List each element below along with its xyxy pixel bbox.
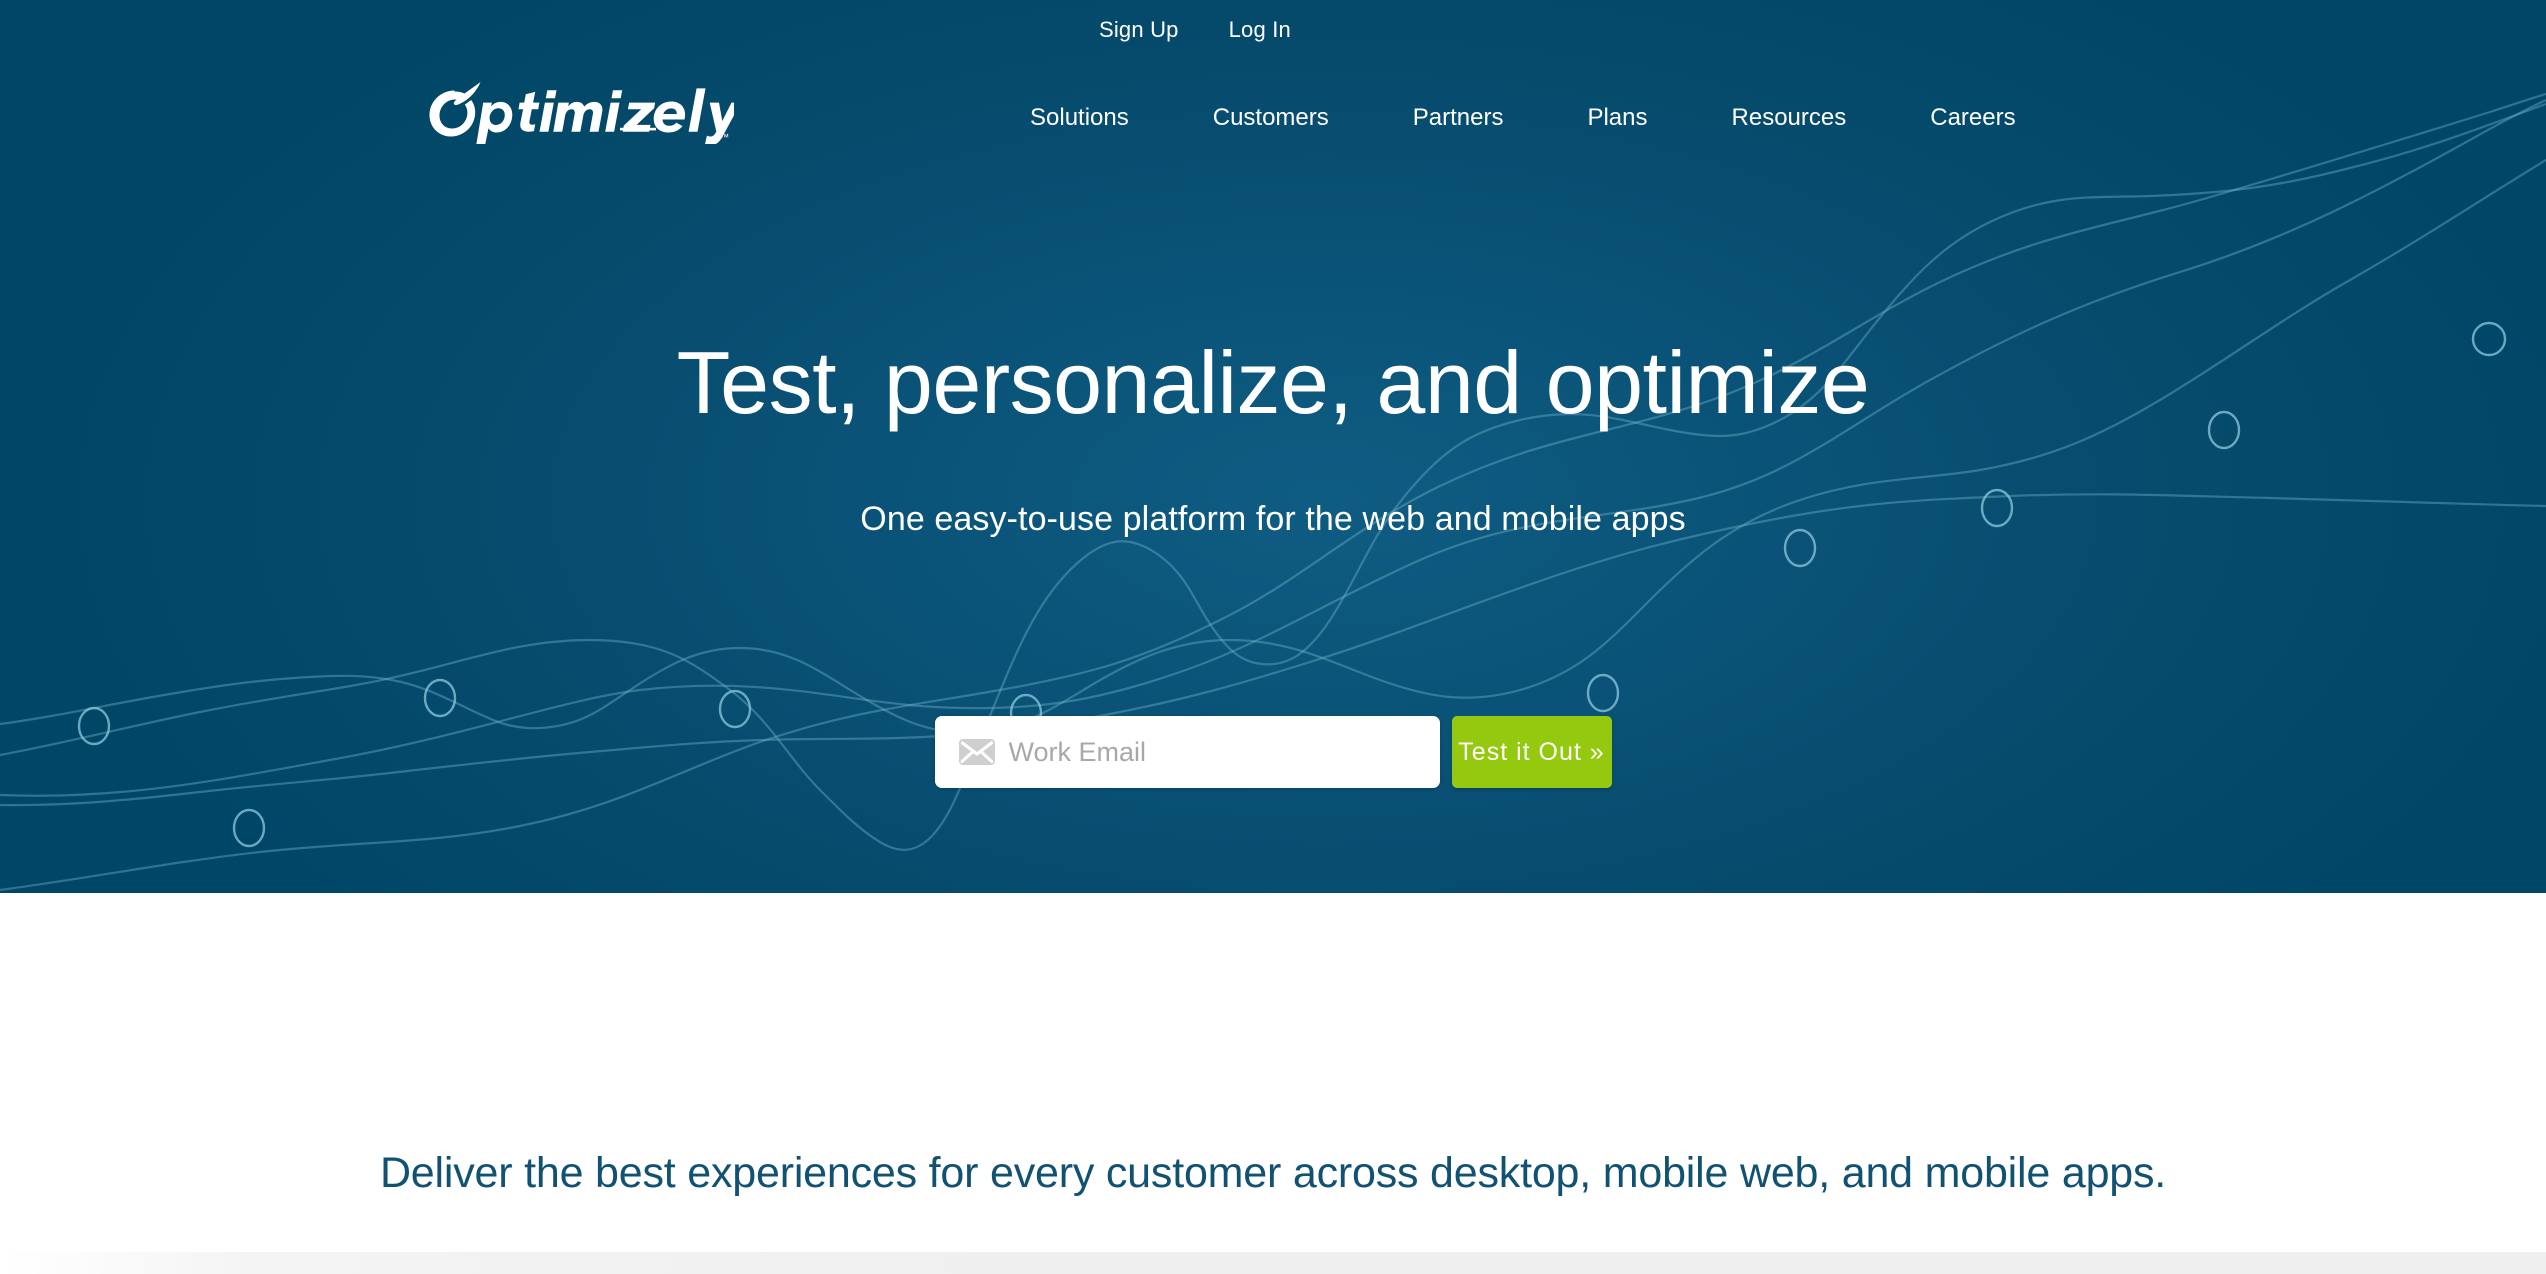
hero-section: Sign Up Log In ™ Solutions Customers Par…: [0, 0, 2546, 893]
value-prop-heading: Deliver the best experiences for every c…: [379, 1149, 2167, 1197]
nav-item-customers[interactable]: Customers: [1213, 98, 1329, 138]
hero-headline: Test, personalize, and optimize: [676, 333, 1870, 432]
utility-nav: Sign Up Log In: [1099, 0, 2546, 60]
value-prop-section: Deliver the best experiences for every c…: [0, 893, 2546, 1274]
signup-form: Test it Out »: [0, 716, 2546, 788]
trademark-symbol: ™: [720, 132, 729, 142]
nav-item-partners[interactable]: Partners: [1413, 98, 1504, 138]
envelope-icon: [958, 739, 995, 765]
page-root: Sign Up Log In ™ Solutions Customers Par…: [0, 0, 2546, 1274]
section-divider-band: [0, 1252, 2546, 1274]
nav-item-resources[interactable]: Resources: [1732, 98, 1847, 138]
site-header: ™ Solutions Customers Partners Plans Res…: [0, 60, 2546, 155]
nav-item-solutions[interactable]: Solutions: [1030, 98, 1129, 138]
hero-subheadline: One easy-to-use platform for the web and…: [860, 500, 1686, 538]
log-in-link[interactable]: Log In: [1229, 17, 1291, 43]
email-field-wrapper: [934, 716, 1440, 788]
main-nav: Solutions Customers Partners Plans Resou…: [1030, 98, 2016, 138]
test-it-out-button[interactable]: Test it Out »: [1451, 716, 1612, 788]
nav-item-careers[interactable]: Careers: [1930, 98, 2015, 138]
nav-item-plans[interactable]: Plans: [1587, 98, 1647, 138]
sign-up-link[interactable]: Sign Up: [1099, 17, 1179, 43]
optimizely-logo-mark: ™: [429, 82, 734, 144]
optimizely-logo[interactable]: ™: [424, 82, 734, 144]
work-email-input[interactable]: [934, 716, 1440, 788]
